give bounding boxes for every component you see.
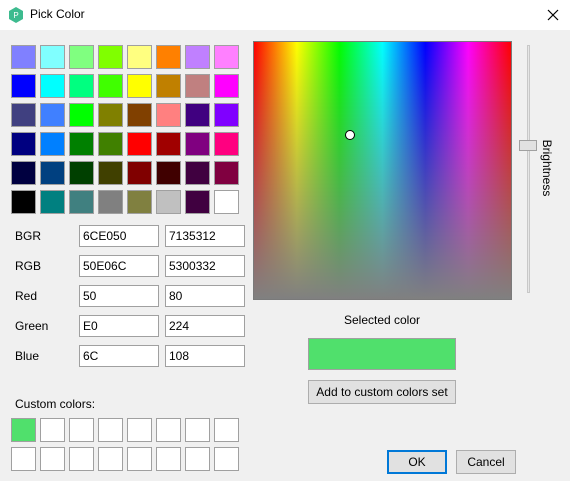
basic-color-swatch[interactable] bbox=[185, 103, 210, 127]
add-custom-color-button[interactable]: Add to custom colors set bbox=[308, 380, 456, 404]
basic-color-swatch[interactable] bbox=[127, 74, 152, 98]
window-title: Pick Color bbox=[30, 7, 85, 21]
custom-color-swatch[interactable] bbox=[185, 447, 210, 471]
basic-color-swatch[interactable] bbox=[127, 132, 152, 156]
basic-color-swatch[interactable] bbox=[127, 161, 152, 185]
basic-color-swatch[interactable] bbox=[40, 161, 65, 185]
custom-color-swatch[interactable] bbox=[98, 447, 123, 471]
basic-color-swatch[interactable] bbox=[69, 161, 94, 185]
basic-color-swatch[interactable] bbox=[156, 74, 181, 98]
basic-color-swatch[interactable] bbox=[69, 190, 94, 214]
basic-color-swatch[interactable] bbox=[156, 161, 181, 185]
basic-color-swatch[interactable] bbox=[69, 74, 94, 98]
custom-color-swatch[interactable] bbox=[40, 418, 65, 442]
custom-colors-grid bbox=[11, 418, 239, 471]
basic-color-swatch[interactable] bbox=[40, 103, 65, 127]
basic-color-swatch[interactable] bbox=[11, 103, 36, 127]
basic-color-swatch[interactable] bbox=[156, 45, 181, 69]
blue-label: Blue bbox=[15, 349, 40, 363]
custom-color-swatch[interactable] bbox=[185, 418, 210, 442]
brightness-label: Brightness bbox=[540, 139, 554, 197]
custom-color-swatch[interactable] bbox=[156, 447, 181, 471]
basic-color-swatch[interactable] bbox=[11, 190, 36, 214]
cancel-button[interactable]: Cancel bbox=[456, 450, 516, 474]
green-hex-input[interactable] bbox=[79, 315, 159, 337]
custom-color-swatch[interactable] bbox=[40, 447, 65, 471]
basic-color-swatch[interactable] bbox=[11, 74, 36, 98]
ok-button[interactable]: OK bbox=[387, 450, 447, 474]
basic-color-swatch[interactable] bbox=[214, 74, 239, 98]
basic-color-swatch[interactable] bbox=[156, 190, 181, 214]
custom-colors-label: Custom colors: bbox=[15, 397, 96, 411]
title-bar: P Pick Color bbox=[0, 0, 570, 30]
bgr-decimal-input[interactable] bbox=[165, 225, 245, 247]
basic-color-swatch[interactable] bbox=[127, 45, 152, 69]
basic-color-swatch[interactable] bbox=[98, 161, 123, 185]
basic-color-swatch[interactable] bbox=[40, 132, 65, 156]
basic-color-swatch[interactable] bbox=[69, 45, 94, 69]
basic-color-swatch[interactable] bbox=[214, 103, 239, 127]
custom-color-swatch[interactable] bbox=[11, 447, 36, 471]
selected-color-label: Selected color bbox=[343, 313, 421, 327]
basic-color-swatch[interactable] bbox=[214, 161, 239, 185]
green-label: Green bbox=[15, 319, 49, 333]
basic-color-swatch[interactable] bbox=[98, 74, 123, 98]
bgr-hex-input[interactable] bbox=[79, 225, 159, 247]
custom-color-swatch[interactable] bbox=[69, 447, 94, 471]
basic-color-swatch[interactable] bbox=[185, 132, 210, 156]
green-decimal-input[interactable] bbox=[165, 315, 245, 337]
basic-color-swatch[interactable] bbox=[185, 45, 210, 69]
svg-text:P: P bbox=[13, 11, 18, 20]
brightness-slider-thumb[interactable] bbox=[519, 139, 537, 151]
basic-color-swatch[interactable] bbox=[127, 190, 152, 214]
app-logo-icon: P bbox=[9, 7, 23, 23]
basic-color-swatch[interactable] bbox=[11, 45, 36, 69]
rgb-hex-input[interactable] bbox=[79, 255, 159, 277]
basic-color-swatch[interactable] bbox=[214, 132, 239, 156]
basic-color-swatch[interactable] bbox=[185, 74, 210, 98]
blue-hex-input[interactable] bbox=[79, 345, 159, 367]
basic-color-swatch[interactable] bbox=[127, 103, 152, 127]
close-button[interactable] bbox=[536, 0, 570, 30]
basic-color-swatch[interactable] bbox=[185, 161, 210, 185]
color-spectrum[interactable] bbox=[253, 41, 512, 300]
bgr-label: BGR bbox=[15, 229, 42, 243]
basic-color-swatch[interactable] bbox=[156, 132, 181, 156]
basic-color-swatch[interactable] bbox=[40, 190, 65, 214]
red-label: Red bbox=[15, 289, 38, 303]
basic-color-swatch[interactable] bbox=[214, 190, 239, 214]
red-hex-input[interactable] bbox=[79, 285, 159, 307]
basic-color-swatch[interactable] bbox=[98, 103, 123, 127]
basic-color-swatch[interactable] bbox=[98, 45, 123, 69]
basic-color-swatch[interactable] bbox=[69, 103, 94, 127]
basic-color-swatch[interactable] bbox=[185, 190, 210, 214]
basic-color-swatch[interactable] bbox=[11, 161, 36, 185]
blue-decimal-input[interactable] bbox=[165, 345, 245, 367]
basic-color-swatch[interactable] bbox=[156, 103, 181, 127]
custom-color-swatch[interactable] bbox=[214, 418, 239, 442]
basic-color-swatch[interactable] bbox=[11, 132, 36, 156]
basic-colors-grid bbox=[11, 45, 239, 214]
rgb-label: RGB bbox=[15, 259, 42, 273]
rgb-decimal-input[interactable] bbox=[165, 255, 245, 277]
custom-color-swatch[interactable] bbox=[11, 418, 36, 442]
red-decimal-input[interactable] bbox=[165, 285, 245, 307]
custom-color-swatch[interactable] bbox=[156, 418, 181, 442]
basic-color-swatch[interactable] bbox=[98, 190, 123, 214]
basic-color-swatch[interactable] bbox=[214, 45, 239, 69]
custom-color-swatch[interactable] bbox=[69, 418, 94, 442]
close-icon bbox=[547, 9, 559, 21]
custom-color-swatch[interactable] bbox=[214, 447, 239, 471]
selected-color-preview bbox=[308, 338, 456, 370]
basic-color-swatch[interactable] bbox=[40, 45, 65, 69]
custom-color-swatch[interactable] bbox=[127, 447, 152, 471]
basic-color-swatch[interactable] bbox=[98, 132, 123, 156]
custom-color-swatch[interactable] bbox=[98, 418, 123, 442]
brightness-track[interactable] bbox=[527, 45, 530, 293]
basic-color-swatch[interactable] bbox=[69, 132, 94, 156]
custom-color-swatch[interactable] bbox=[127, 418, 152, 442]
spectrum-cursor[interactable] bbox=[345, 130, 355, 140]
basic-color-swatch[interactable] bbox=[40, 74, 65, 98]
